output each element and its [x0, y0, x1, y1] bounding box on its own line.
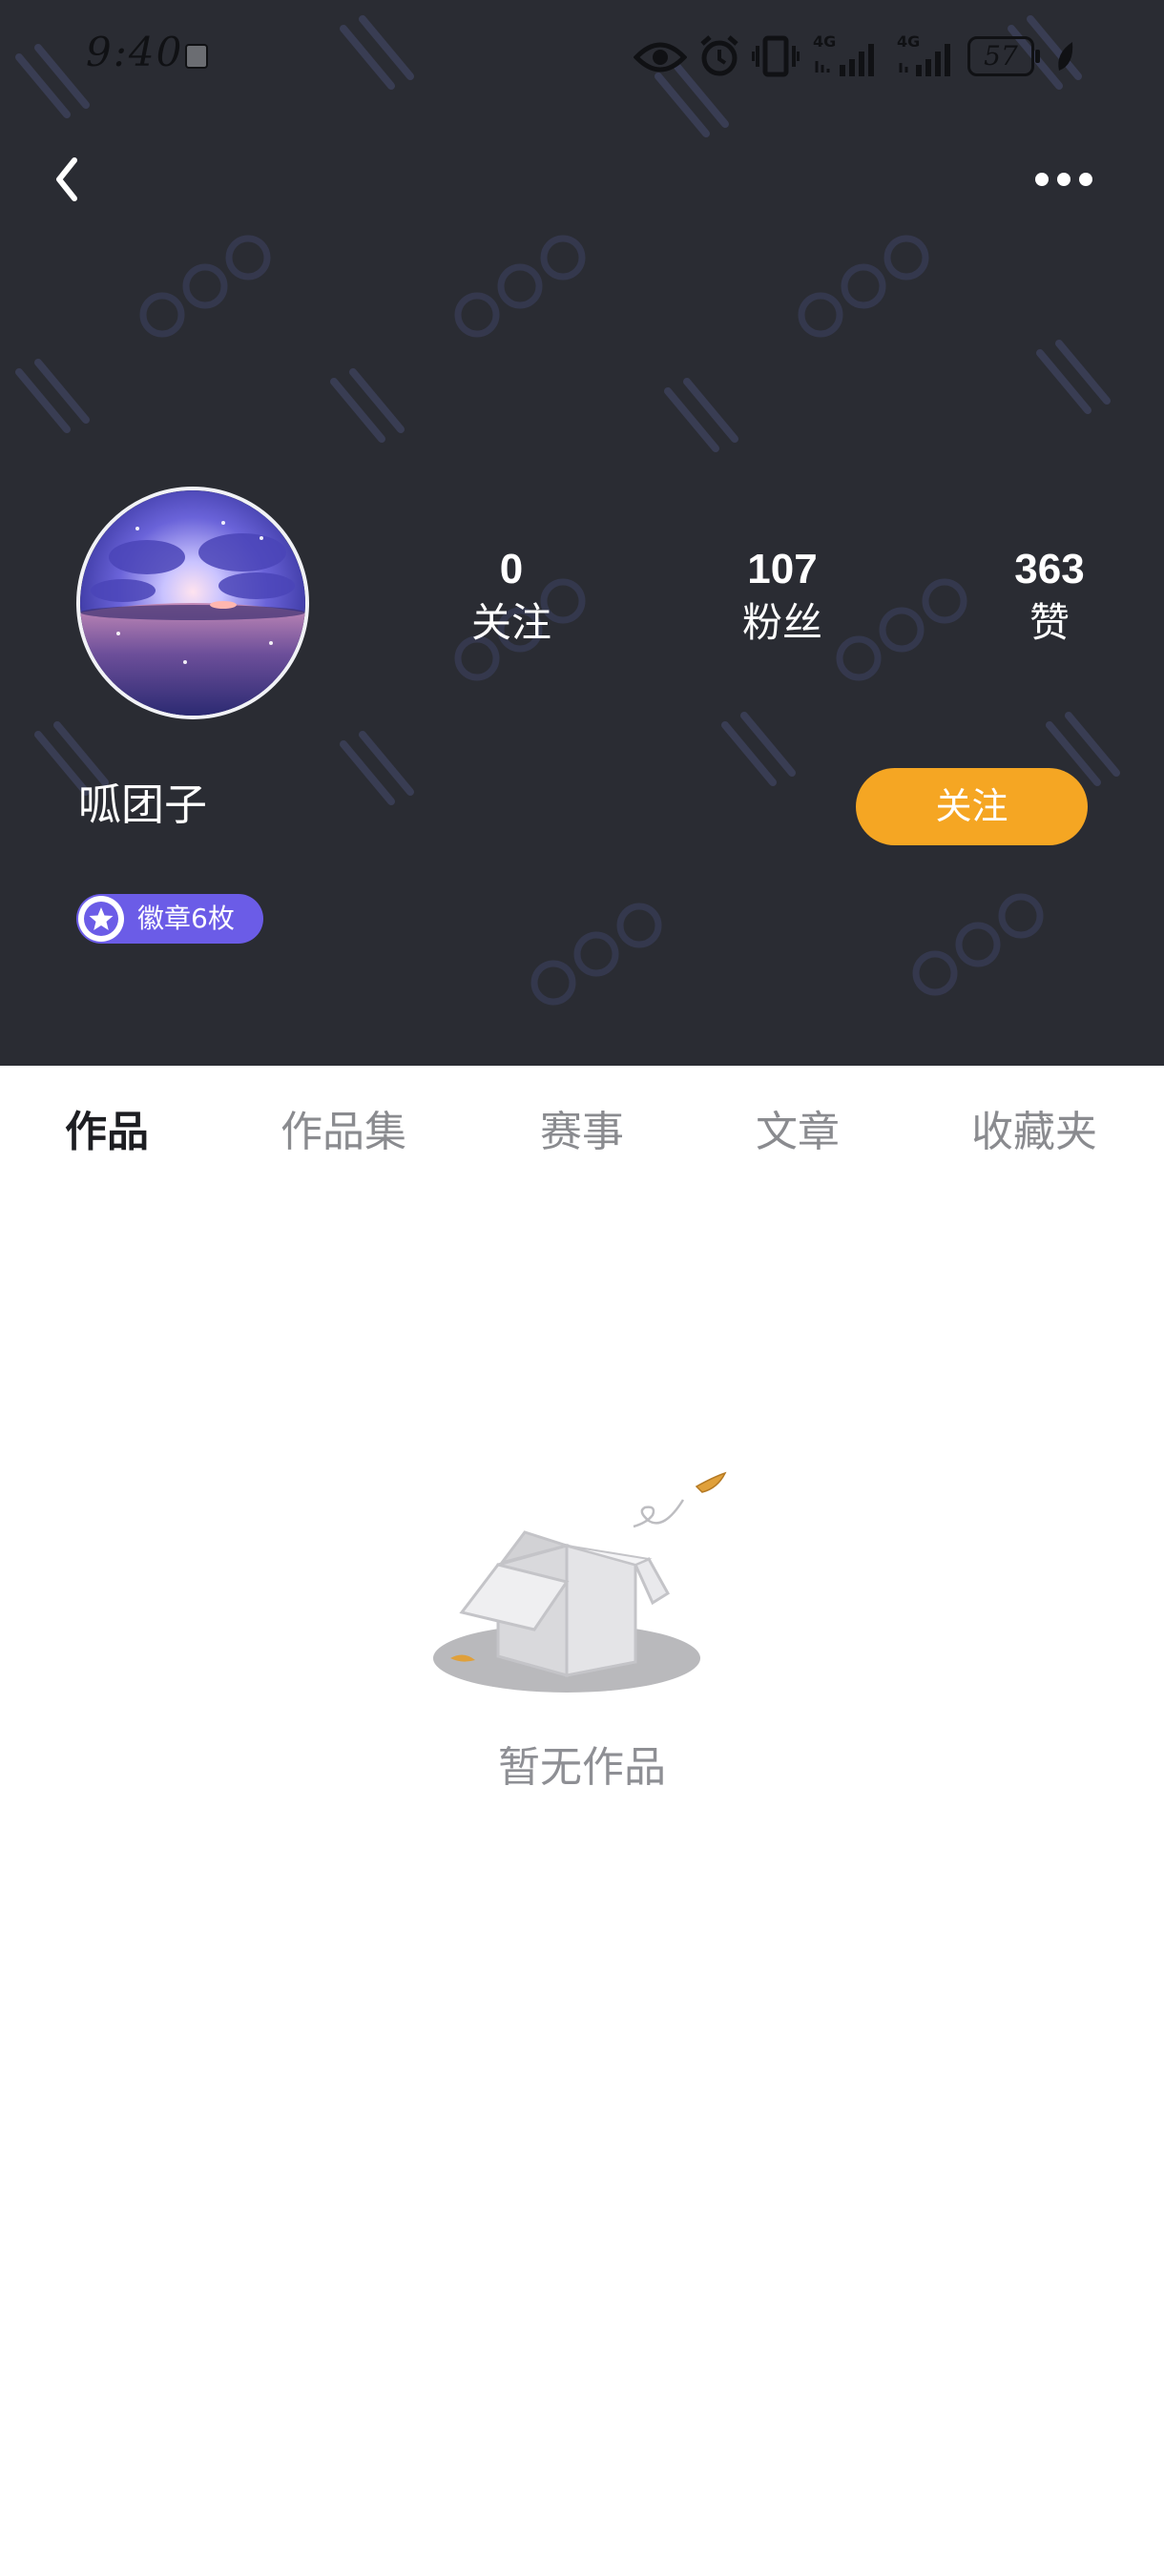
- username: 呱团子: [78, 779, 208, 830]
- followers-count: 107: [747, 546, 818, 592]
- tab-favorites[interactable]: 收藏夹: [971, 1104, 1097, 1161]
- battery-indicator: 57: [967, 36, 1040, 76]
- stat-likes[interactable]: 363 赞: [964, 544, 1135, 651]
- vibrate-icon: [752, 35, 800, 77]
- status-bar: 9:40 4G 4G 57: [0, 0, 1164, 114]
- stat-followers[interactable]: 107 粉丝: [696, 544, 868, 651]
- badge-pill[interactable]: 徽章6枚: [76, 894, 263, 944]
- following-count: 0: [499, 546, 524, 592]
- following-label: 关注: [470, 599, 551, 646]
- follow-button[interactable]: 关注: [856, 768, 1088, 845]
- empty-state-message: 暂无作品: [498, 1743, 666, 1792]
- signal-icon: [899, 44, 950, 76]
- tab-events[interactable]: 赛事: [540, 1104, 624, 1161]
- eye-icon: [634, 42, 687, 73]
- profile-page: 9:40 4G 4G 57 0 关注 107 粉丝 363 赞 呱团子 关注 徽…: [0, 0, 1164, 2576]
- app-notification-icon: [185, 44, 208, 69]
- back-icon[interactable]: [42, 149, 95, 210]
- star-badge-icon: [78, 896, 124, 942]
- likes-count: 363: [1014, 546, 1085, 592]
- content-tabs: 作品 作品集 赛事 文章 收藏夹: [0, 1066, 1164, 1199]
- likes-label: 赞: [1029, 599, 1070, 646]
- avatar[interactable]: [76, 487, 309, 719]
- leaf-icon: [1058, 42, 1073, 71]
- tab-articles[interactable]: 文章: [756, 1104, 840, 1161]
- avatar-image: [80, 490, 305, 716]
- more-dots-icon[interactable]: [1030, 158, 1097, 200]
- signal-icon: [815, 44, 874, 76]
- alarm-icon: [700, 35, 738, 76]
- followers-label: 粉丝: [741, 599, 822, 646]
- tab-works[interactable]: 作品: [65, 1104, 149, 1161]
- status-time: 9:40: [86, 29, 184, 75]
- stat-following[interactable]: 0 关注: [426, 544, 597, 651]
- empty-box-illustration: [433, 1471, 727, 1693]
- badge-label: 徽章6枚: [137, 903, 235, 934]
- tab-collections[interactable]: 作品集: [281, 1104, 406, 1161]
- profile-header: 9:40 4G 4G 57 0 关注 107 粉丝 363 赞 呱团子 关注 徽…: [0, 0, 1164, 1066]
